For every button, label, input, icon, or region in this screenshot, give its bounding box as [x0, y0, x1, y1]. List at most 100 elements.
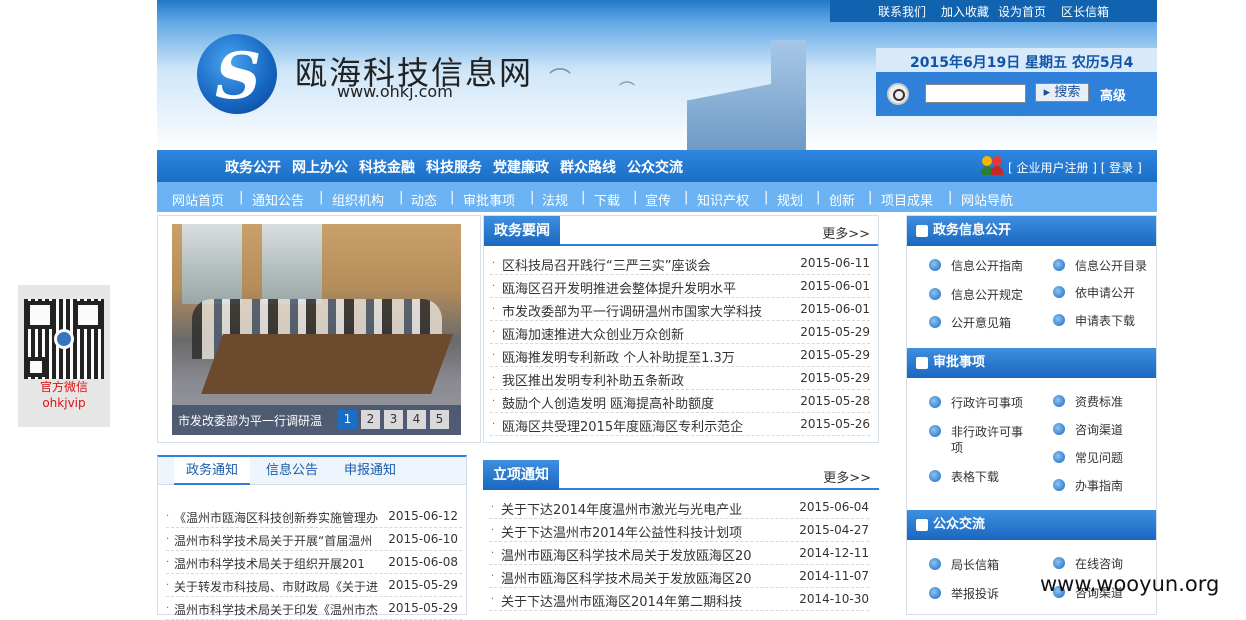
sidebar-item-label: 行政许可事项 — [951, 396, 1024, 410]
contact-link[interactable]: 联系我们 — [878, 0, 926, 24]
list-item[interactable]: · 关于转发市科技局、市财政局《关于进 2015-05-29 — [166, 574, 462, 597]
nav-item-tech-service[interactable]: 科技服务 — [426, 157, 482, 177]
notice-title[interactable]: 《温州市瓯海区科技创新券实施管理办 — [174, 509, 379, 526]
notice-title[interactable]: 关于下达温州市瓯海区2014年第二期科技 — [501, 591, 791, 610]
subnav-regulations[interactable]: 法规 — [542, 190, 568, 209]
nav-item-online-office[interactable]: 网上办公 — [292, 157, 348, 177]
sidebar-item-feedback-box[interactable]: 公开意见箱 — [929, 315, 1011, 331]
nav-item-gov-affairs[interactable]: 政务公开 — [225, 157, 281, 177]
sidebar-item-forms[interactable]: 表格下载 — [929, 469, 999, 485]
list-item[interactable]: · 温州市科学技术局关于印发《温州市杰 2015-05-29 — [166, 597, 462, 620]
bullet: · — [491, 594, 495, 605]
bullet: · — [166, 580, 170, 591]
watermark: www.wooyun.org — [1040, 572, 1220, 596]
slideshow-page-5[interactable]: 5 — [430, 410, 449, 429]
wechat-qr-float[interactable]: 官方微信 ohkjvip — [18, 285, 110, 427]
project-notice-more-link[interactable]: 更多>> — [823, 467, 871, 486]
mayor-mailbox-link[interactable]: 区长信箱 — [1061, 0, 1109, 24]
sidebar-item-faq[interactable]: 常见问题 — [1053, 450, 1123, 466]
subnav-innovation[interactable]: 创新 — [829, 190, 855, 209]
sidebar-item-admin-license[interactable]: 行政许可事项 — [929, 395, 1024, 411]
list-item[interactable]: · 瓯海区共受理2015年度瓯海区专利示范企 2015-05-26 — [490, 413, 870, 436]
sidebar-item-label: 举报投诉 — [951, 587, 1000, 601]
list-item[interactable]: · 关于下达温州市2014年公益性科技计划项 2015-04-27 — [489, 519, 869, 542]
subnav-news[interactable]: 动态 — [411, 190, 437, 209]
notice-title[interactable]: 关于下达温州市2014年公益性科技计划项 — [501, 522, 791, 541]
notice-date: 2014-12-11 — [799, 546, 869, 560]
list-item[interactable]: · 瓯海区召开发明推进会整体提升发明水平 2015-06-01 — [490, 275, 870, 298]
news-title[interactable]: 瓯海推发明专利新政 个人补助提至1.3万 — [502, 347, 792, 366]
list-item[interactable]: · 市发改委部为平一行调研温州市国家大学科技 2015-06-01 — [490, 298, 870, 321]
sidebar-item-director-mailbox[interactable]: 局长信箱 — [929, 557, 999, 573]
list-item[interactable]: · 温州市科学技术局关于开展“首届温州 2015-06-10 — [166, 528, 462, 551]
tab-application-notices[interactable]: 申报通知 — [332, 457, 408, 485]
slideshow-page-4[interactable]: 4 — [407, 410, 426, 429]
list-item[interactable]: · 温州市科学技术局关于组织开展201 2015-06-08 — [166, 551, 462, 574]
slideshow-page-2[interactable]: 2 — [361, 410, 380, 429]
list-item[interactable]: · 区科技局召开践行“三严三实”座谈会 2015-06-11 — [490, 252, 870, 275]
set-homepage-link[interactable]: 设为首页 — [998, 0, 1046, 24]
sidebar-item-info-guide[interactable]: 信息公开指南 — [929, 258, 1023, 274]
notice-title[interactable]: 关于下达2014年度温州市激光与光电产业 — [501, 499, 791, 518]
news-title[interactable]: 市发改委部为平一行调研温州市国家大学科技 — [502, 301, 792, 320]
sidebar-item-info-rules[interactable]: 信息公开规定 — [929, 287, 1023, 303]
news-title[interactable]: 鼓励个人创造发明 瓯海提高补助额度 — [502, 393, 792, 412]
subnav-sitemap[interactable]: 网站导航 — [961, 190, 1013, 209]
user-register-login[interactable]: [ 企业用户注册 ] [ 登录 ] — [1008, 159, 1142, 176]
sidebar-item-fee-standard[interactable]: 资费标准 — [1053, 394, 1123, 410]
nav-item-mass-line[interactable]: 群众路线 — [560, 157, 616, 177]
sidebar-item-consult-channels[interactable]: 咨询渠道 — [1053, 422, 1123, 438]
slideshow-image[interactable]: 市发改委部为平一行调研温 1 2 3 4 5 — [172, 224, 461, 435]
sidebar-item-service-guide[interactable]: 办事指南 — [1053, 478, 1123, 494]
list-item[interactable]: · 关于下达2014年度温州市激光与光电产业 2015-06-04 — [489, 496, 869, 519]
sidebar-item-report-complaint[interactable]: 举报投诉 — [929, 586, 1000, 602]
list-item[interactable]: · 瓯海加速推进大众创业万众创新 2015-05-29 — [490, 321, 870, 344]
tab-info-announcements[interactable]: 信息公告 — [254, 457, 330, 485]
news-title[interactable]: 瓯海加速推进大众创业万众创新 — [502, 324, 792, 343]
sidebar-item-form-download[interactable]: 申请表下载 — [1053, 313, 1135, 329]
list-item[interactable]: · 瓯海推发明专利新政 个人补助提至1.3万 2015-05-29 — [490, 344, 870, 367]
search-button[interactable]: ▸ 搜索 — [1035, 83, 1089, 102]
list-item[interactable]: · 关于下达温州市瓯海区2014年第二期科技 2014-10-30 — [489, 588, 869, 611]
news-title[interactable]: 我区推出发明专利补助五条新政 — [502, 370, 792, 389]
list-item[interactable]: · 温州市瓯海区科学技术局关于发放瓯海区20 2014-12-11 — [489, 542, 869, 565]
nav-item-public-exchange[interactable]: 公众交流 — [627, 157, 683, 177]
nav-item-tech-finance[interactable]: 科技金融 — [359, 157, 415, 177]
slideshow-page-1[interactable]: 1 — [338, 410, 357, 429]
gov-news-more-link[interactable]: 更多>> — [822, 223, 870, 242]
subnav-organization[interactable]: 组织机构 — [332, 190, 384, 209]
notice-title[interactable]: 温州市瓯海区科学技术局关于发放瓯海区20 — [501, 545, 791, 564]
notice-title[interactable]: 温州市瓯海区科学技术局关于发放瓯海区20 — [501, 568, 791, 587]
news-title[interactable]: 区科技局召开践行“三严三实”座谈会 — [502, 255, 792, 274]
list-item[interactable]: · 《温州市瓯海区科技创新券实施管理办 2015-06-12 — [166, 505, 462, 528]
advanced-search-link[interactable]: 高级 — [1100, 85, 1126, 104]
sidebar-item-non-admin-license[interactable]: 非行政许可事项 — [929, 424, 1031, 456]
logo[interactable] — [197, 34, 277, 114]
search-input[interactable] — [925, 84, 1026, 103]
subnav-planning[interactable]: 规划 — [777, 190, 803, 209]
slideshow-caption[interactable]: 市发改委部为平一行调研温 — [178, 412, 322, 429]
slideshow-page-3[interactable]: 3 — [384, 410, 403, 429]
list-item[interactable]: · 我区推出发明专利补助五条新政 2015-05-29 — [490, 367, 870, 390]
subnav-approvals[interactable]: 审批事项 — [463, 190, 515, 209]
nav-item-party-building[interactable]: 党建廉政 — [493, 157, 549, 177]
bookmark-link[interactable]: 加入收藏 — [941, 0, 989, 24]
news-title[interactable]: 瓯海区共受理2015年度瓯海区专利示范企 — [502, 416, 792, 435]
sidebar-item-online-consult[interactable]: 在线咨询 — [1053, 556, 1123, 572]
notice-title[interactable]: 温州市科学技术局关于开展“首届温州 — [174, 532, 379, 549]
sidebar-item-disclosure-request[interactable]: 依申请公开 — [1053, 285, 1135, 301]
notice-title[interactable]: 温州市科学技术局关于组织开展201 — [174, 555, 379, 572]
subnav-downloads[interactable]: 下载 — [594, 190, 620, 209]
subnav-ip[interactable]: 知识产权 — [697, 190, 749, 209]
list-item[interactable]: · 鼓励个人创造发明 瓯海提高补助额度 2015-05-28 — [490, 390, 870, 413]
sidebar-item-info-catalog[interactable]: 信息公开目录 — [1053, 258, 1147, 274]
subnav-publicity[interactable]: 宣传 — [645, 190, 671, 209]
subnav-home[interactable]: 网站首页 — [172, 190, 224, 209]
notice-title[interactable]: 关于转发市科技局、市财政局《关于进 — [174, 578, 379, 595]
tab-gov-notices[interactable]: 政务通知 — [174, 457, 250, 485]
list-item[interactable]: · 温州市瓯海区科学技术局关于发放瓯海区20 2014-11-07 — [489, 565, 869, 588]
subnav-projects[interactable]: 项目成果 — [881, 190, 933, 209]
notice-title[interactable]: 温州市科学技术局关于印发《温州市杰 — [174, 601, 379, 618]
news-title[interactable]: 瓯海区召开发明推进会整体提升发明水平 — [502, 278, 792, 297]
subnav-notices[interactable]: 通知公告 — [252, 190, 304, 209]
